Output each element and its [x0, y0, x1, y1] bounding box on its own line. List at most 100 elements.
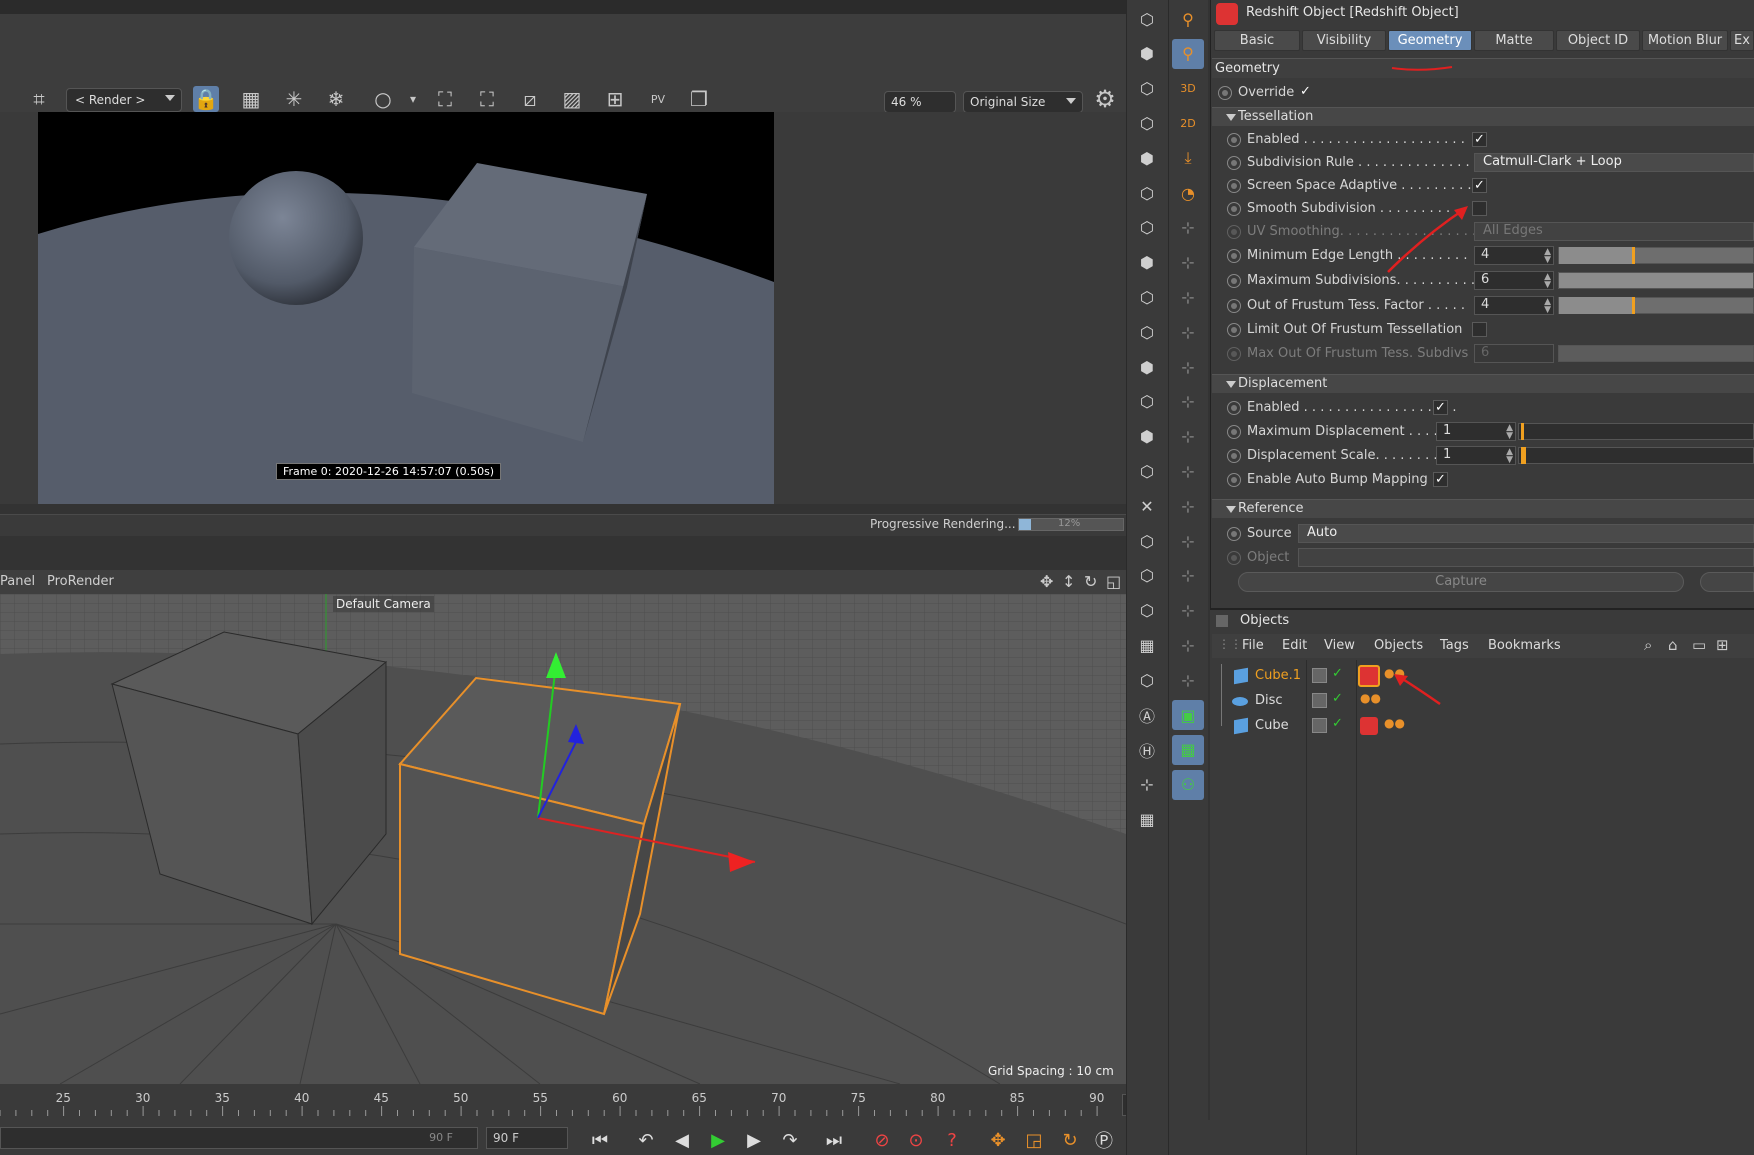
source-select[interactable]: Auto: [1298, 524, 1754, 543]
tool-icon[interactable]: ▦: [1172, 734, 1204, 765]
object-name[interactable]: Cube.1: [1255, 668, 1301, 683]
max-subdivisions-field[interactable]: 6 ▲ ▼: [1474, 271, 1554, 290]
keyframe-selection-icon[interactable]: ?: [938, 1127, 966, 1153]
scale-key-icon[interactable]: ◲: [1020, 1127, 1048, 1153]
screen-space-adaptive-radio[interactable]: [1227, 179, 1241, 193]
circle-icon[interactable]: ○: [370, 86, 396, 112]
tool-icon[interactable]: ⬢: [1131, 422, 1163, 452]
menu-bookmarks[interactable]: Bookmarks: [1488, 638, 1561, 653]
tool-icon[interactable]: ⬢: [1131, 39, 1163, 69]
end-frame-field[interactable]: 90 F: [486, 1127, 568, 1149]
tool-icon[interactable]: ⚲: [1172, 38, 1204, 69]
record-icon[interactable]: ⊘: [868, 1127, 896, 1153]
tool-icon[interactable]: ⬡: [1131, 108, 1163, 138]
min-edge-length-radio[interactable]: [1227, 249, 1241, 263]
tool-icon[interactable]: ⬡: [1131, 387, 1163, 417]
displacement-group[interactable]: Displacement: [1212, 374, 1754, 393]
move-key-icon[interactable]: ✥: [984, 1127, 1012, 1153]
go-to-start-icon[interactable]: ⏮: [586, 1127, 614, 1153]
tool-icon[interactable]: ⬡: [1131, 282, 1163, 312]
tool-icon[interactable]: ▦: [1131, 804, 1163, 834]
menu-file[interactable]: File: [1242, 638, 1264, 653]
auto-key-icon[interactable]: ⊙: [902, 1127, 930, 1153]
max-displacement-field[interactable]: 1 ▲ ▼: [1436, 422, 1516, 441]
menu-edit[interactable]: Edit: [1282, 638, 1307, 653]
max-displacement-radio[interactable]: [1227, 425, 1241, 439]
max-subdivisions-slider[interactable]: [1558, 272, 1754, 289]
camera-label[interactable]: Default Camera: [333, 596, 434, 612]
layer-icon[interactable]: [1312, 693, 1327, 708]
size-dropdown[interactable]: Original Size: [963, 91, 1083, 113]
timeline[interactable]: [0, 1084, 1126, 1120]
object-name[interactable]: Disc: [1255, 693, 1283, 708]
tool-icon[interactable]: ⬡: [1131, 456, 1163, 486]
object-row-cube[interactable]: Cube ✓ ●●: [1212, 714, 1742, 738]
tool-icon[interactable]: ⊹: [1172, 630, 1204, 660]
smooth-subdivision-checkbox[interactable]: [1472, 201, 1487, 216]
chevron-down-icon[interactable]: ▾: [400, 86, 426, 112]
tool-icon[interactable]: ⊹: [1172, 387, 1204, 417]
3d-viewport[interactable]: [0, 594, 1126, 1084]
tool-icon[interactable]: ⊹: [1172, 422, 1204, 452]
displacement-scale-radio[interactable]: [1227, 449, 1241, 463]
crop-icon[interactable]: ⌗: [26, 86, 52, 112]
tool-icon[interactable]: ⊹: [1172, 352, 1204, 382]
tab-basic[interactable]: Basic: [1214, 30, 1300, 51]
disp-enabled-radio[interactable]: [1227, 401, 1241, 415]
zoom-field[interactable]: 46 %: [884, 91, 956, 113]
tool-icon[interactable]: ⊹: [1172, 282, 1204, 312]
out-of-frustum-field[interactable]: 4 ▲ ▼: [1474, 296, 1554, 315]
tool-icon[interactable]: ▦: [1131, 630, 1163, 660]
region-icon[interactable]: ⛶: [432, 86, 458, 112]
lock-icon[interactable]: 🔒: [193, 86, 219, 112]
tool-icon[interactable]: ⊹: [1172, 665, 1204, 695]
max-displacement-slider[interactable]: [1518, 423, 1754, 440]
tool-icon[interactable]: ⊹: [1172, 526, 1204, 556]
min-edge-length-slider[interactable]: [1558, 247, 1754, 264]
previous-frame-icon[interactable]: ◀: [668, 1127, 696, 1153]
rotate-view-icon[interactable]: ↻: [1084, 572, 1097, 591]
tab-matte[interactable]: Matte: [1474, 30, 1554, 51]
tool-icon[interactable]: ⬢: [1131, 352, 1163, 382]
texture-tag-icon[interactable]: ●●: [1360, 691, 1381, 705]
search-icon[interactable]: ⌕: [1644, 636, 1652, 654]
tab-ex[interactable]: Ex: [1730, 30, 1754, 51]
compare-icon[interactable]: ⧄: [517, 86, 543, 112]
enabled-check-icon[interactable]: ✓: [1332, 666, 1343, 681]
tool-icon[interactable]: ⬢: [1131, 143, 1163, 173]
max-subdivisions-radio[interactable]: [1227, 274, 1241, 288]
tool-icon[interactable]: ⬡: [1131, 665, 1163, 695]
out-of-frustum-slider[interactable]: [1558, 297, 1754, 314]
limit-out-of-frustum-checkbox[interactable]: [1472, 322, 1487, 337]
texture-tag-icon[interactable]: ●●: [1384, 716, 1405, 730]
snowflake-icon[interactable]: ✳: [281, 86, 307, 112]
gear-icon[interactable]: ⚙: [1092, 85, 1118, 113]
subdivision-rule-radio[interactable]: [1227, 156, 1241, 170]
object-name[interactable]: Cube: [1255, 718, 1289, 733]
next-key-icon[interactable]: ↷: [776, 1127, 804, 1153]
copy-icon[interactable]: ❐: [686, 86, 712, 112]
tess-enabled-radio[interactable]: [1227, 133, 1241, 147]
tool-icon[interactable]: ⬡: [1131, 596, 1163, 626]
move-view-icon[interactable]: ✥: [1040, 572, 1053, 591]
layer-icon[interactable]: [1312, 718, 1327, 733]
minimize-icon[interactable]: ▭: [1692, 636, 1706, 654]
menu-objects[interactable]: Objects: [1374, 638, 1423, 653]
tool-icon[interactable]: Ⓐ: [1131, 700, 1163, 730]
menu-view[interactable]: View: [1324, 638, 1355, 653]
tool-icon[interactable]: 2D: [1172, 108, 1204, 138]
picture-viewer-icon[interactable]: PV: [645, 86, 671, 112]
maximize-view-icon[interactable]: ◱: [1106, 572, 1121, 591]
snowflake-alt-icon[interactable]: ❄: [323, 86, 349, 112]
next-frame-icon[interactable]: ▶: [740, 1127, 768, 1153]
tool-icon[interactable]: Ⓗ: [1131, 735, 1163, 765]
disp-enabled-checkbox[interactable]: ✓: [1433, 400, 1448, 415]
drag-handle-icon[interactable]: ⋮⋮: [1218, 637, 1242, 651]
reference-group[interactable]: Reference: [1212, 499, 1754, 518]
tool-icon[interactable]: ⬡: [1131, 178, 1163, 208]
displacement-scale-slider[interactable]: [1518, 447, 1754, 464]
object-row-disc[interactable]: Disc ✓ ●●: [1212, 689, 1742, 713]
tool-icon[interactable]: ⬡: [1131, 561, 1163, 591]
zoom-view-icon[interactable]: ↕: [1062, 572, 1075, 591]
tool-icon[interactable]: ✕: [1131, 491, 1163, 521]
